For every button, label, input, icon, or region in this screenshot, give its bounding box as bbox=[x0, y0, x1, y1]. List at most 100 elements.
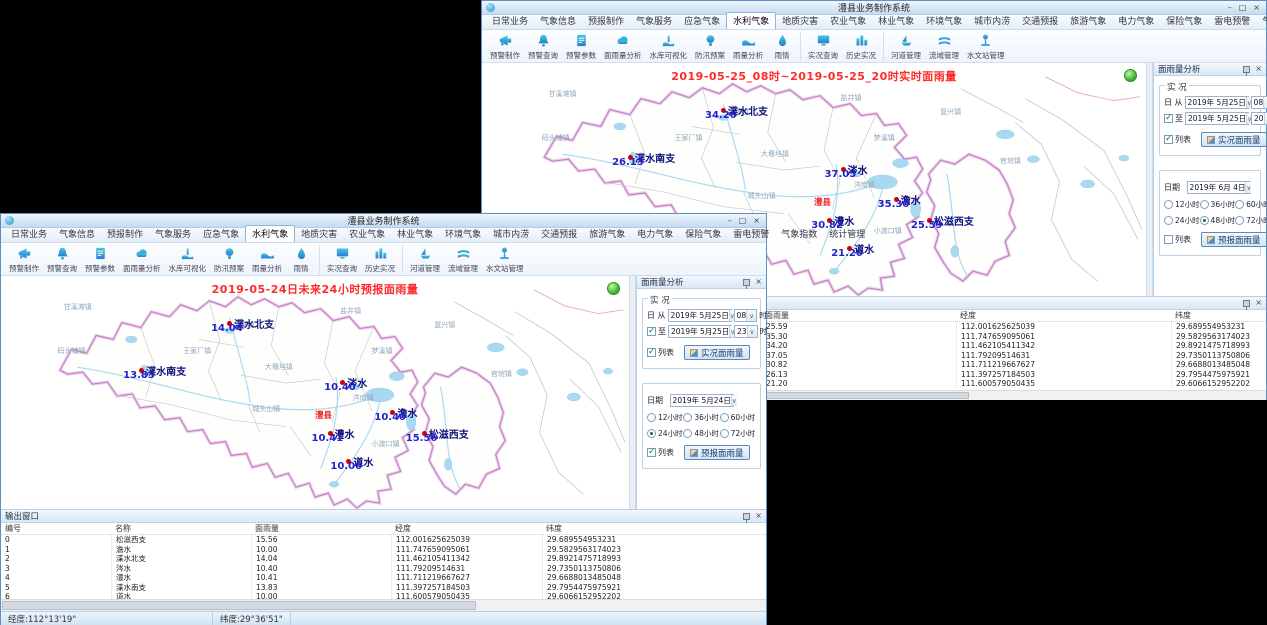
live-rainfall-button[interactable]: 实况面雨量 bbox=[1201, 132, 1267, 147]
menu-tab[interactable]: 旅游气象 bbox=[1064, 13, 1112, 29]
menu-tab[interactable]: 交通预报 bbox=[1016, 13, 1064, 29]
menu-tab[interactable]: 保险气象 bbox=[1160, 13, 1208, 29]
toolbar-button[interactable]: 面雨量分析 bbox=[119, 245, 165, 274]
scrollbar-thumb[interactable] bbox=[2, 601, 476, 610]
toolbar-button[interactable]: 流域管理 bbox=[444, 245, 482, 274]
table-row[interactable]: 0松滋西支 15.56112.001625625039 29.689554953… bbox=[1, 535, 766, 545]
hour-from-select[interactable]: 08∨ bbox=[1251, 96, 1267, 109]
toolbar-button[interactable]: 防汛预案 bbox=[210, 245, 248, 274]
menu-tab[interactable]: 林业气象 bbox=[391, 226, 439, 242]
toolbar-button[interactable]: 水文站管理 bbox=[963, 32, 1009, 61]
menu-tab[interactable]: 保险气象 bbox=[679, 226, 727, 242]
menu-tab[interactable]: 水利气象 bbox=[245, 225, 295, 242]
duration-radio[interactable]: 48小时 bbox=[1200, 215, 1236, 226]
close-button[interactable]: × bbox=[1253, 3, 1260, 13]
dock-splitter[interactable] bbox=[629, 276, 636, 509]
menu-tab[interactable]: 水利气象 bbox=[726, 12, 776, 29]
menu-tab[interactable]: 预报制作 bbox=[582, 13, 630, 29]
toolbar-button[interactable]: 水文站管理 bbox=[482, 245, 528, 274]
menu-tab[interactable]: 电力气象 bbox=[1112, 13, 1160, 29]
menu-tab[interactable]: 气象指数 bbox=[775, 226, 823, 242]
menu-tab[interactable]: 地质灾害 bbox=[776, 13, 824, 29]
toolbar-button[interactable]: 河道管理 bbox=[406, 245, 444, 274]
toolbar-button[interactable]: 预警查询 bbox=[43, 245, 81, 274]
duration-radio[interactable]: 36小时 bbox=[1200, 199, 1236, 210]
restore-button[interactable]: □ bbox=[739, 216, 747, 226]
menu-tab[interactable]: 雷电预警 bbox=[1208, 13, 1256, 29]
table-row[interactable]: 2渫水北支 14.04111.462105411342 29.892147571… bbox=[1, 554, 766, 564]
map-canvas[interactable]: 甘溪滩镇码头铺镇金罗镇王家厂镇盐井镇复兴镇大堰垱镇梦溪镇涔南镇官垸镇城头山镇小渡… bbox=[1, 276, 629, 509]
menu-tab[interactable]: 地质灾害 bbox=[295, 226, 343, 242]
menu-tab[interactable]: 环境气象 bbox=[439, 226, 487, 242]
toolbar-button[interactable]: 实况查询 bbox=[323, 245, 361, 274]
panel-close-icon[interactable]: × bbox=[1255, 65, 1262, 73]
list-checkbox[interactable] bbox=[1164, 235, 1173, 244]
hour-to-select[interactable]: 23∨ bbox=[734, 325, 758, 338]
duration-radio[interactable]: 12小时 bbox=[647, 412, 683, 423]
forecast-date-select[interactable]: 2019年 6月 4日∨ bbox=[1187, 181, 1251, 194]
live-rainfall-button[interactable]: 实况面雨量 bbox=[684, 345, 750, 360]
forecast-rainfall-button[interactable]: 预报面雨量 bbox=[1201, 232, 1267, 247]
minimize-button[interactable]: – bbox=[1228, 3, 1232, 13]
duration-radio[interactable]: 72小时 bbox=[1235, 215, 1267, 226]
dock-close-icon[interactable]: × bbox=[755, 512, 762, 520]
menu-tab[interactable]: 日常业务 bbox=[486, 13, 534, 29]
menu-tab[interactable]: 环境气象 bbox=[920, 13, 968, 29]
menu-tab[interactable]: 林业气象 bbox=[872, 13, 920, 29]
menu-tab[interactable]: 气象服务 bbox=[630, 13, 678, 29]
date-to-select[interactable]: 2019年 5月25日∨ bbox=[668, 325, 732, 338]
table-row[interactable]: 5渫水南支 13.83111.397257184503 29.795447597… bbox=[1, 583, 766, 593]
pin-icon[interactable] bbox=[743, 513, 750, 520]
toolbar-button[interactable]: 实况查询 bbox=[804, 32, 842, 61]
toolbar-button[interactable]: 历史实况 bbox=[361, 245, 403, 274]
menu-tab[interactable]: 雷电预警 bbox=[727, 226, 775, 242]
toolbar-button[interactable]: 预警制作 bbox=[5, 245, 43, 274]
menu-tab[interactable]: 预报制作 bbox=[101, 226, 149, 242]
menu-tab[interactable]: 统计管理 bbox=[823, 226, 871, 242]
duration-radio[interactable]: 24小时 bbox=[647, 428, 683, 439]
date-from-select[interactable]: 2019年 5月25日∨ bbox=[1185, 96, 1249, 109]
to-checkbox[interactable] bbox=[1164, 114, 1173, 123]
duration-radio[interactable]: 60小时 bbox=[1235, 199, 1267, 210]
menu-tab[interactable]: 旅游气象 bbox=[583, 226, 631, 242]
dock-splitter[interactable] bbox=[1146, 63, 1153, 296]
list-checkbox[interactable] bbox=[647, 348, 656, 357]
menu-tab[interactable]: 农业气象 bbox=[824, 13, 872, 29]
duration-radio[interactable]: 36小时 bbox=[683, 412, 719, 423]
forecast-date-select[interactable]: 2019年 5月24日∨ bbox=[670, 394, 734, 407]
pin-icon[interactable] bbox=[1243, 66, 1250, 73]
list-checkbox[interactable] bbox=[647, 448, 656, 457]
menu-tab[interactable]: 城市内涝 bbox=[968, 13, 1016, 29]
toolbar-button[interactable]: 雨情 bbox=[767, 32, 801, 61]
menu-tab[interactable]: 应急气象 bbox=[197, 226, 245, 242]
menu-tab[interactable]: 气象指数 bbox=[1256, 13, 1267, 29]
toolbar-button[interactable]: 预警制作 bbox=[486, 32, 524, 61]
menu-tab[interactable]: 城市内涝 bbox=[487, 226, 535, 242]
toolbar-button[interactable]: 防汛预案 bbox=[691, 32, 729, 61]
menu-tab[interactable]: 气象信息 bbox=[53, 226, 101, 242]
table-row[interactable]: 1澹水 10.00111.747659095061 29.58295631740… bbox=[1, 545, 766, 555]
panel-close-icon[interactable]: × bbox=[755, 278, 762, 286]
minimize-button[interactable]: – bbox=[728, 216, 732, 226]
list-checkbox[interactable] bbox=[1164, 135, 1173, 144]
duration-radio[interactable]: 48小时 bbox=[683, 428, 719, 439]
map-action-button[interactable] bbox=[607, 282, 620, 295]
pin-icon[interactable] bbox=[1243, 300, 1250, 307]
restore-button[interactable]: □ bbox=[1239, 3, 1247, 13]
toolbar-button[interactable]: 预警参数 bbox=[562, 32, 600, 61]
toolbar-button[interactable]: 水库可视化 bbox=[165, 245, 211, 274]
toolbar-button[interactable]: 流域管理 bbox=[925, 32, 963, 61]
toolbar-button[interactable]: 水库可视化 bbox=[646, 32, 692, 61]
duration-radio[interactable]: 72小时 bbox=[720, 428, 756, 439]
menu-tab[interactable]: 气象信息 bbox=[534, 13, 582, 29]
toolbar-button[interactable]: 雨量分析 bbox=[729, 32, 767, 61]
duration-radio[interactable]: 24小时 bbox=[1164, 215, 1200, 226]
date-to-select[interactable]: 2019年 5月25日∨ bbox=[1185, 112, 1249, 125]
menu-tab[interactable]: 日常业务 bbox=[5, 226, 53, 242]
toolbar-button[interactable]: 预警参数 bbox=[81, 245, 119, 274]
menu-tab[interactable]: 应急气象 bbox=[678, 13, 726, 29]
to-checkbox[interactable] bbox=[647, 327, 656, 336]
duration-radio[interactable]: 60小时 bbox=[720, 412, 756, 423]
table-row[interactable]: 4澧水 10.41111.711219667627 29.66880134850… bbox=[1, 573, 766, 583]
menu-tab[interactable]: 交通预报 bbox=[535, 226, 583, 242]
